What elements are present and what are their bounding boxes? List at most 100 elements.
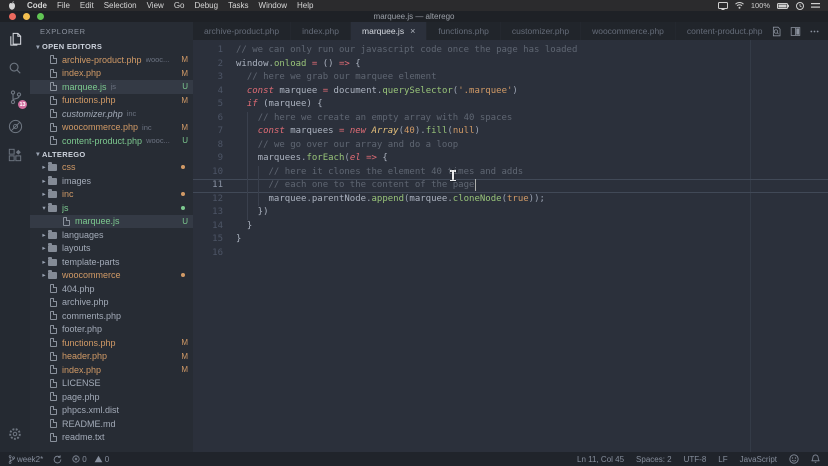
tab-close-icon[interactable]: × — [410, 26, 415, 36]
tree-item[interactable]: index.phpM — [30, 363, 193, 377]
tab-functions.php[interactable]: functions.php — [427, 22, 501, 40]
code-line[interactable]: 9 marquees.forEach(el => { — [193, 152, 828, 166]
tab-woocommerce.php[interactable]: woocommerce.php — [581, 22, 676, 40]
open-editor-item[interactable]: functions.phpM — [30, 94, 193, 108]
apple-icon[interactable] — [8, 1, 16, 10]
close-window-button[interactable] — [9, 13, 16, 20]
tree-item[interactable]: functions.phpM — [30, 336, 193, 350]
source-control-icon[interactable]: 13 — [7, 89, 23, 105]
tree-item[interactable]: header.phpM — [30, 350, 193, 364]
code-line[interactable]: 5 if (marquee) { — [193, 98, 828, 112]
menu-debug[interactable]: Debug — [189, 0, 223, 11]
menu-selection[interactable]: Selection — [99, 0, 142, 11]
code-line[interactable]: 7 const marquees = new Array(40).fill(nu… — [193, 125, 828, 139]
activity-bar: 13 — [0, 22, 30, 452]
tab-customizer.php[interactable]: customizer.php — [501, 22, 581, 40]
code-line[interactable]: 2window.onload = () => { — [193, 58, 828, 72]
title-bar[interactable]: marquee.js — alterego — [0, 11, 828, 22]
wifi-icon[interactable] — [735, 2, 744, 9]
open-editor-item[interactable]: marquee.jsjsU — [30, 80, 193, 94]
search-icon[interactable] — [7, 60, 23, 76]
tab-marquee.js[interactable]: marquee.js× — [351, 22, 427, 40]
tab-index.php[interactable]: index.php — [291, 22, 351, 40]
tab-content-product.php[interactable]: content-product.php — [676, 22, 770, 40]
token: => — [339, 59, 350, 69]
menu-tasks[interactable]: Tasks — [223, 0, 253, 11]
battery-icon[interactable] — [777, 3, 789, 9]
tree-item[interactable]: page.php — [30, 390, 193, 404]
settings-gear-icon[interactable] — [7, 426, 23, 442]
open-editors-header[interactable]: ▾ OPEN EDITORS — [30, 40, 193, 53]
display-icon[interactable] — [718, 2, 728, 10]
menu-view[interactable]: View — [142, 0, 169, 11]
debug-icon[interactable] — [7, 118, 23, 134]
zoom-window-button[interactable] — [37, 13, 44, 20]
tree-item[interactable]: comments.php — [30, 309, 193, 323]
tree-item[interactable]: ▸layouts — [30, 242, 193, 256]
tree-item[interactable]: readme.txt — [30, 431, 193, 445]
open-editor-item[interactable]: woocommerce.phpincM — [30, 121, 193, 135]
menu-help[interactable]: Help — [292, 0, 318, 11]
tree-item[interactable]: ▸inc — [30, 188, 193, 202]
tree-item[interactable]: footer.php — [30, 323, 193, 337]
code-line[interactable]: 14 } — [193, 220, 828, 234]
code-line[interactable]: 8 // we go over our array and do a loop — [193, 139, 828, 153]
tree-item[interactable]: ▸woocommerce — [30, 269, 193, 283]
open-editor-item[interactable]: archive-product.phpwooc...M — [30, 53, 193, 67]
code-line[interactable]: 6 // here we create an empty array with … — [193, 112, 828, 126]
menu-file[interactable]: File — [52, 0, 75, 11]
code-line[interactable]: 15} — [193, 233, 828, 247]
eol[interactable]: LF — [718, 455, 727, 464]
clock-icon[interactable] — [796, 2, 804, 10]
open-editor-item[interactable]: content-product.phpwooc...U — [30, 134, 193, 148]
code-line[interactable]: 1// we can only run our javascript code … — [193, 44, 828, 58]
sync-button[interactable] — [53, 455, 62, 464]
tab-archive-product.php[interactable]: archive-product.php — [193, 22, 291, 40]
minimize-window-button[interactable] — [23, 13, 30, 20]
feedback-smiley-icon[interactable] — [789, 454, 799, 464]
split-editor-icon[interactable] — [790, 26, 801, 37]
menu-window[interactable]: Window — [254, 0, 292, 11]
menu-go[interactable]: Go — [169, 0, 190, 11]
folder-name: languages — [62, 230, 104, 240]
tree-item[interactable]: README.md — [30, 417, 193, 431]
indent-guide — [247, 125, 248, 139]
tree-item[interactable]: ▸images — [30, 174, 193, 188]
encoding[interactable]: UTF-8 — [684, 455, 707, 464]
tree-item[interactable]: ▸languages — [30, 228, 193, 242]
open-editor-item[interactable]: index.phpM — [30, 67, 193, 81]
code-line[interactable]: 16 — [193, 247, 828, 261]
code-line[interactable]: 4 const marquee = document.querySelector… — [193, 85, 828, 99]
tree-item[interactable]: ▸template-parts — [30, 255, 193, 269]
tree-item[interactable]: marquee.jsU — [30, 215, 193, 229]
menu-code[interactable]: Code — [22, 0, 52, 11]
open-editor-item[interactable]: customizer.phpinc — [30, 107, 193, 121]
cursor-position[interactable]: Ln 11, Col 45 — [577, 455, 624, 464]
problems-indicator[interactable]: 0 0 — [72, 455, 109, 464]
tree-item[interactable]: 404.php — [30, 282, 193, 296]
language-mode[interactable]: JavaScript — [740, 455, 777, 464]
indent-setting[interactable]: Spaces: 2 — [636, 455, 672, 464]
tree-item[interactable]: ▾js — [30, 201, 193, 215]
explorer-icon[interactable] — [7, 31, 23, 47]
code-line[interactable]: 12 marquee.parentNode.append(marquee.clo… — [193, 193, 828, 207]
tree-item[interactable]: LICENSE — [30, 377, 193, 391]
tree-item[interactable]: archive.php — [30, 296, 193, 310]
more-actions-icon[interactable] — [809, 26, 820, 37]
file-name: archive-product.php — [62, 55, 142, 65]
tree-item[interactable]: ▸css — [30, 161, 193, 175]
extensions-icon[interactable] — [7, 147, 23, 163]
notification-center-icon[interactable] — [811, 2, 820, 9]
code-line[interactable]: 13 }) — [193, 206, 828, 220]
code-line[interactable]: 3 // here we grab our marquee element — [193, 71, 828, 85]
code-text: if (marquee) { — [223, 98, 828, 112]
code-line[interactable]: 11 // each one to the content of the pag… — [193, 179, 828, 193]
git-branch-indicator[interactable]: week2* — [8, 455, 43, 464]
tree-item[interactable]: phpcs.xml.dist — [30, 404, 193, 418]
menu-edit[interactable]: Edit — [75, 0, 99, 11]
code-line[interactable]: 10 // here it clones the element 40 time… — [193, 166, 828, 180]
code-editor[interactable]: 1// we can only run our javascript code … — [193, 40, 828, 452]
preview-icon[interactable] — [771, 26, 782, 37]
tree-root-header[interactable]: ▾ ALTEREGO — [30, 148, 193, 161]
bell-icon[interactable] — [811, 454, 820, 464]
